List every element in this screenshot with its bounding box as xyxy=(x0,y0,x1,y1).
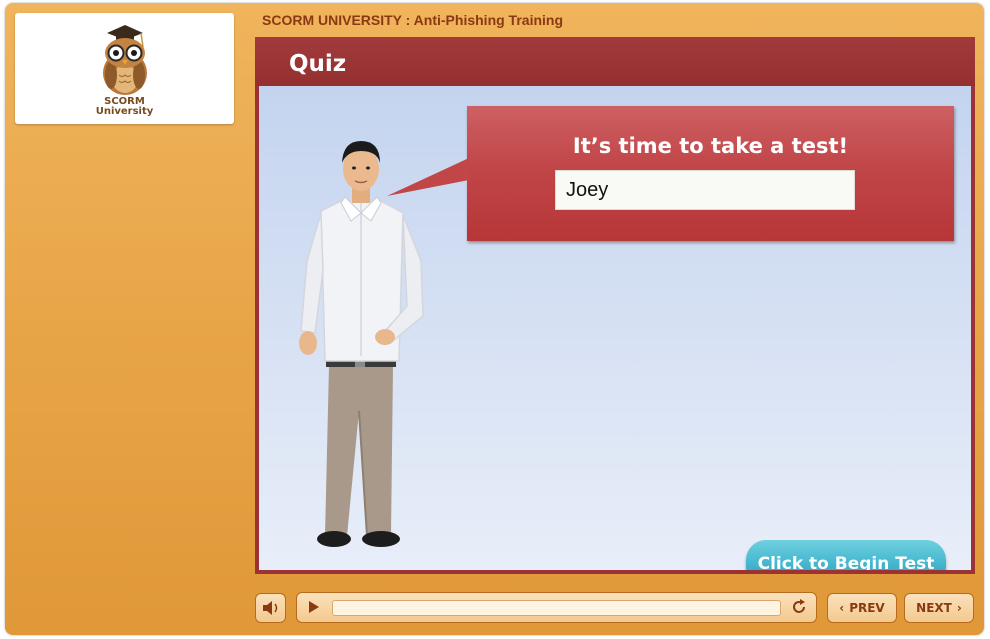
speech-bubble-tail xyxy=(387,158,469,196)
next-label: NEXT xyxy=(916,601,952,615)
presenter-character-icon xyxy=(299,141,424,547)
slide-panel: Quiz It’s time to take a test! Joey Clic… xyxy=(255,37,975,574)
volume-button[interactable] xyxy=(255,593,286,623)
slide-stage: It’s time to take a test! Click to Begin… xyxy=(259,86,971,570)
prev-label: PREV xyxy=(849,601,885,615)
replay-icon[interactable] xyxy=(789,597,809,617)
chevron-right-icon: › xyxy=(956,601,962,615)
course-title: SCORM UNIVERSITY : Anti-Phishing Trainin… xyxy=(262,12,564,28)
begin-test-button[interactable]: Click to Begin Test xyxy=(746,540,946,570)
logo-line-2: University xyxy=(95,106,154,117)
prev-button[interactable]: ‹ PREV xyxy=(827,593,897,623)
logo-wordmark: SCORM University xyxy=(15,97,234,117)
progress-track[interactable] xyxy=(332,600,781,616)
owl-logo-icon xyxy=(103,25,147,95)
playback-bar xyxy=(296,592,817,623)
bubble-heading: It’s time to take a test! xyxy=(572,134,849,158)
slide-title: Quiz xyxy=(289,51,347,77)
play-icon[interactable] xyxy=(309,601,319,613)
speaker-icon xyxy=(263,601,278,615)
name-input[interactable] xyxy=(555,170,855,210)
next-button[interactable]: NEXT › xyxy=(904,593,974,623)
logo-panel: SCORM University xyxy=(15,13,234,124)
course-frame: SCORM University SCORM UNIVERSITY : Anti… xyxy=(5,3,984,635)
speech-bubble: It’s time to take a test! xyxy=(467,106,954,241)
chevron-left-icon: ‹ xyxy=(839,601,845,615)
slide-header: Quiz xyxy=(255,37,975,86)
